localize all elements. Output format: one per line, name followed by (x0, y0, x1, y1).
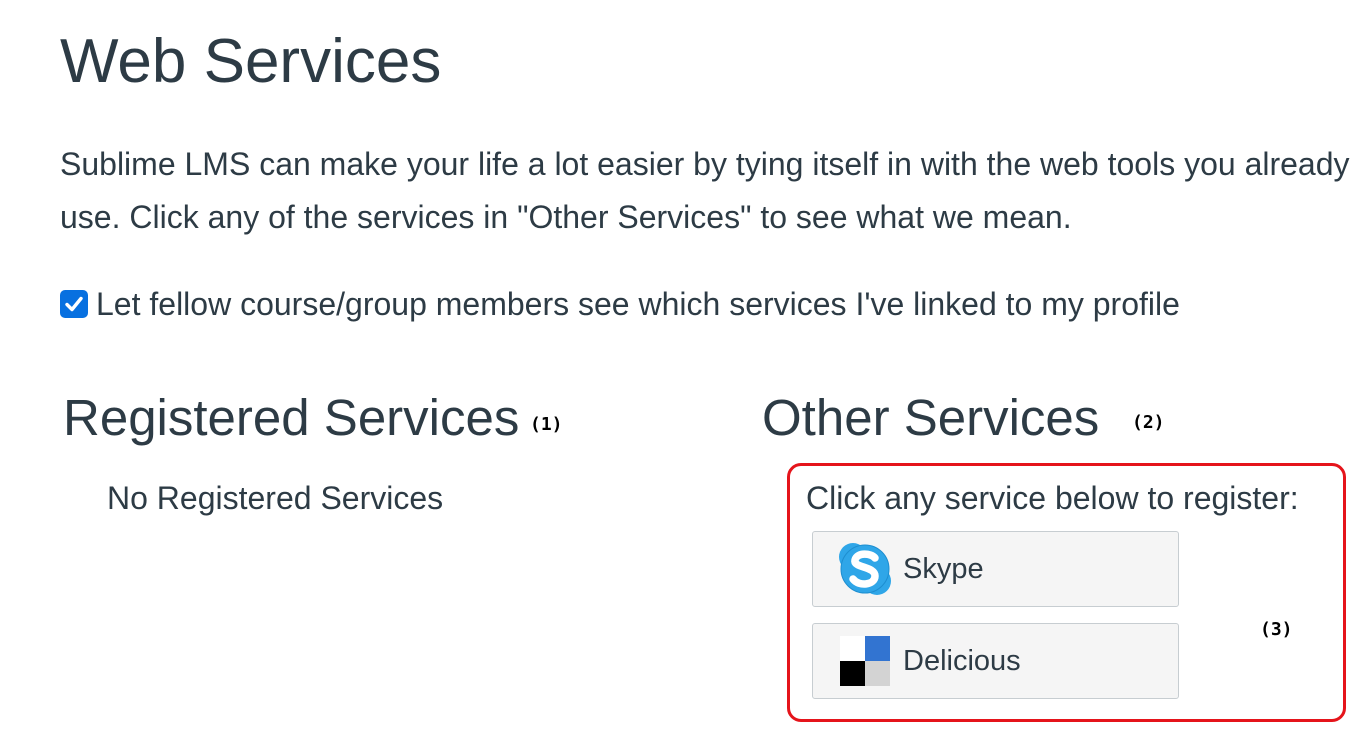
intro-text: Sublime LMS can make your life a lot eas… (60, 146, 1350, 235)
checkmark-icon (65, 296, 83, 312)
callout-2: (2) (1132, 412, 1165, 433)
share-services-label: Let fellow course/group members see whic… (96, 285, 1180, 322)
registered-services-heading: Registered Services (63, 389, 520, 446)
share-services-checkbox[interactable] (60, 290, 88, 318)
delicious-service-label: Delicious (903, 644, 1021, 677)
callout-3: (3) (1260, 619, 1293, 640)
other-services-heading: Other Services (762, 389, 1100, 446)
register-prompt: Click any service below to register: (806, 480, 1299, 516)
share-services-option[interactable]: Let fellow course/group members see whic… (60, 282, 1180, 326)
callout-1: (1) (530, 414, 563, 435)
skype-icon (839, 543, 891, 595)
page-title: Web Services (60, 27, 442, 96)
no-registered-services-text: No Registered Services (107, 480, 444, 516)
skype-service-label: Skype (903, 552, 984, 585)
skype-service-button[interactable]: Skype (812, 531, 1179, 607)
delicious-icon (840, 636, 890, 686)
delicious-service-button[interactable]: Delicious (812, 623, 1179, 699)
